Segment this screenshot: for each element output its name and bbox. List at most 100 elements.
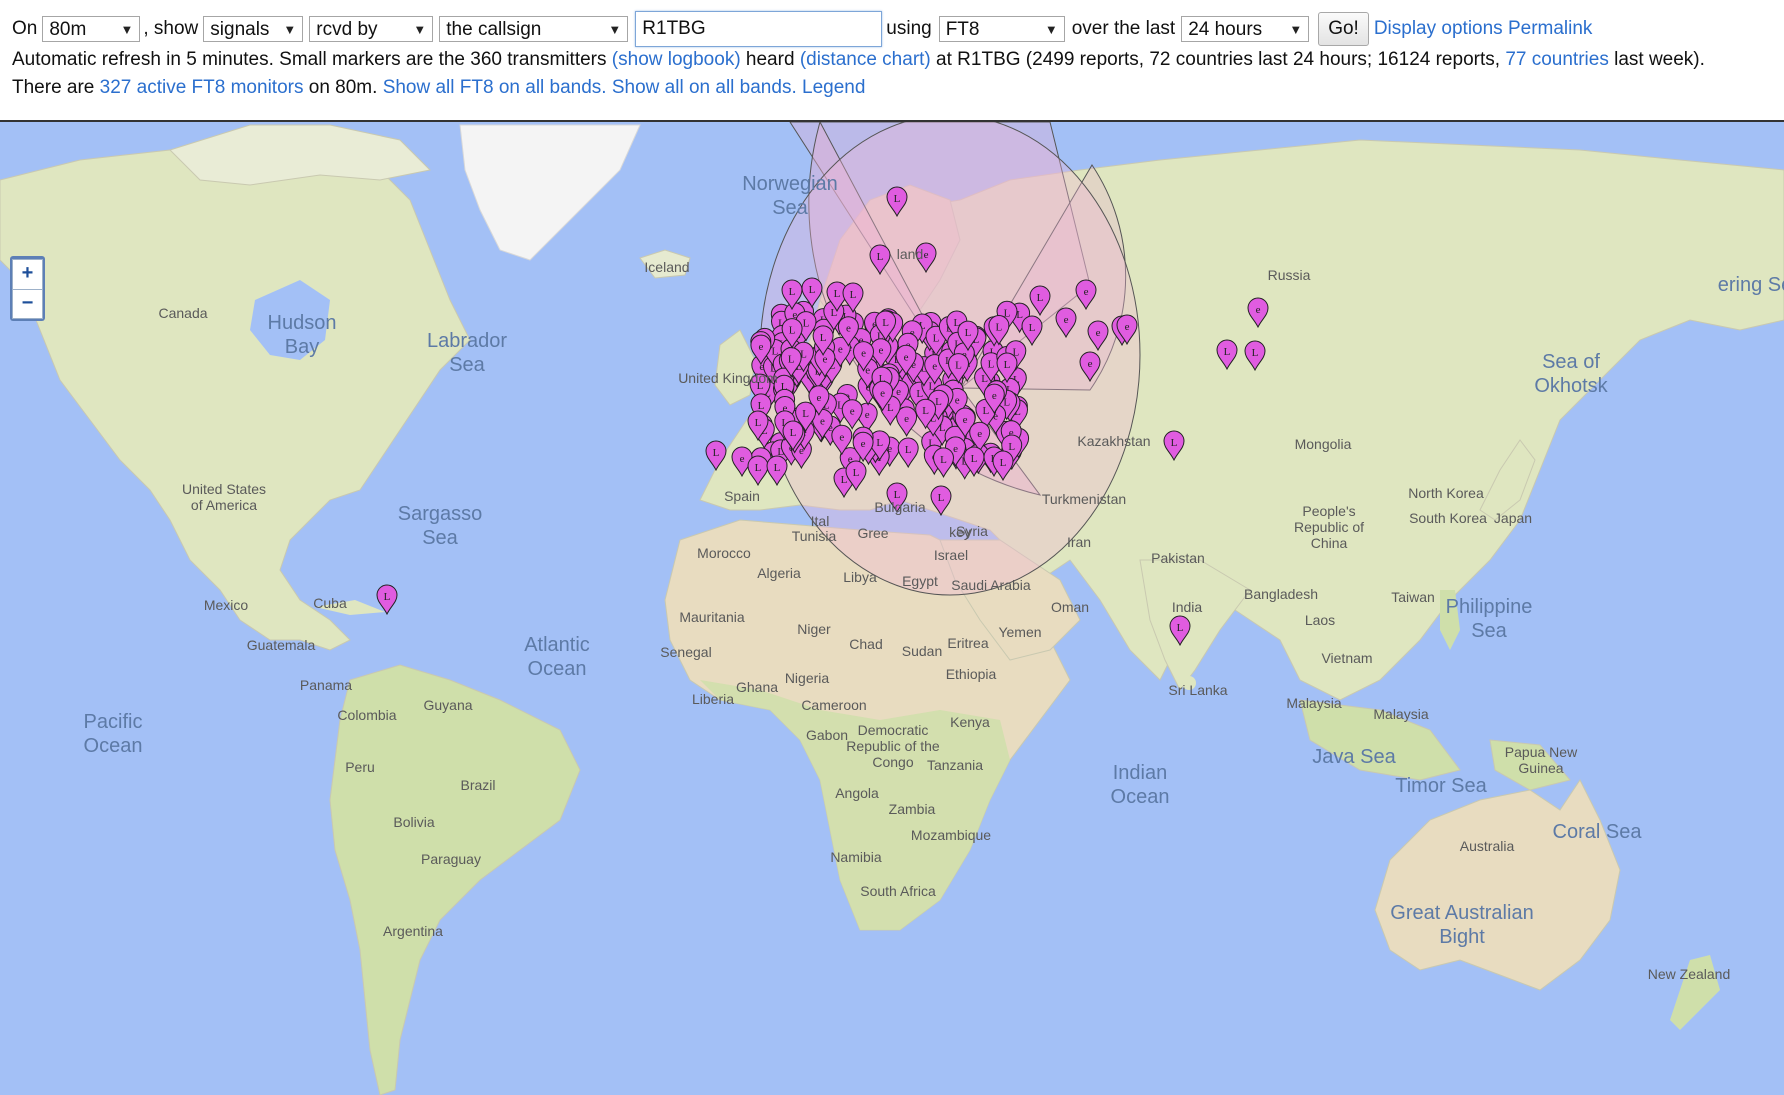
legend-link[interactable]: Legend xyxy=(802,77,865,98)
label-vietnam: Vietnam xyxy=(1321,650,1373,666)
marker-letter: e xyxy=(1088,358,1093,370)
zoom-out-button[interactable]: − xyxy=(12,289,43,319)
label-bering-sea: ering Se xyxy=(1717,274,1784,296)
label-guyana: Guyana xyxy=(423,697,473,713)
marker-letter: L xyxy=(877,251,884,263)
label-ethiopia: Ethiopia xyxy=(945,666,997,682)
marker-letter: e xyxy=(740,453,745,465)
marker-letter: L xyxy=(755,417,762,429)
show-all-ft8-link[interactable]: Show all FT8 on all bands. xyxy=(383,77,607,98)
label-laos: Laos xyxy=(1304,612,1336,628)
marker-letter: L xyxy=(887,402,894,414)
marker-letter: L xyxy=(940,454,947,466)
marker-letter: e xyxy=(758,341,763,353)
label-pakistan: Pakistan xyxy=(1151,550,1205,566)
show-logbook-link[interactable]: (show logbook) xyxy=(612,49,741,70)
go-button[interactable]: Go! xyxy=(1318,12,1369,46)
label-united-states: United States of America xyxy=(181,481,267,513)
label-tanzania: Tanzania xyxy=(926,757,984,773)
label-liberia: Liberia xyxy=(691,691,735,707)
target-type-select[interactable]: the callsign ▼ xyxy=(439,16,629,42)
marker-letter: L xyxy=(755,462,762,474)
label-philippine-sea: Philippine Sea xyxy=(1445,596,1533,642)
marker-letter: L xyxy=(916,388,923,400)
using-label: using xyxy=(886,18,932,39)
display-options-link[interactable]: Display options xyxy=(1374,18,1503,40)
show-all-link[interactable]: Show all on all bands. xyxy=(612,77,797,98)
marker-letter: L xyxy=(1000,457,1007,469)
marker-letter: e xyxy=(1096,327,1101,339)
marker-letter: L xyxy=(758,400,765,412)
marker-letter: L xyxy=(1004,359,1011,371)
label-israel: Israel xyxy=(933,547,969,563)
mode-select[interactable]: FT8 ▼ xyxy=(938,16,1065,42)
marker-letter: L xyxy=(955,360,962,372)
label-china: People's Republic of China xyxy=(1293,503,1365,551)
label-panama: Panama xyxy=(299,677,353,693)
marker-letter: L xyxy=(882,317,889,329)
label-iceland: Iceland xyxy=(644,259,690,275)
label-russia: Russia xyxy=(1267,267,1311,283)
label-angola: Angola xyxy=(835,785,879,801)
band-value: 80m xyxy=(49,19,87,40)
marker-letter: e xyxy=(963,414,968,426)
label-sea-of-okhotsk: Sea of Okhotsk xyxy=(1534,351,1608,397)
label-zambia: Zambia xyxy=(888,801,936,817)
label-bolivia: Bolivia xyxy=(393,814,435,830)
marker-letter: e xyxy=(1256,304,1261,316)
countries-link[interactable]: 77 countries xyxy=(1505,49,1609,70)
distance-chart-link[interactable]: (distance chart) xyxy=(800,49,931,70)
info-text: on 80m. xyxy=(308,77,378,98)
marker-letter: L xyxy=(850,289,857,301)
label-brazil: Brazil xyxy=(460,777,496,793)
info-text: at R1TBG (2499 reports, 72 countries las… xyxy=(936,49,1501,70)
marker-letter: L xyxy=(713,447,720,459)
label-morocco: Morocco xyxy=(697,545,751,561)
label-chad: Chad xyxy=(849,636,883,652)
label-kazakhstan: Kazakhstan xyxy=(1077,433,1151,449)
label-south-africa: South Africa xyxy=(860,883,936,899)
marker-letter: e xyxy=(904,413,909,425)
info-text: heard xyxy=(745,49,795,70)
marker-letter: e xyxy=(953,443,958,455)
show-select[interactable]: signals ▼ xyxy=(203,16,304,42)
label-mozambique: Mozambique xyxy=(910,827,992,843)
marker-letter: L xyxy=(789,286,796,298)
marker-letter: L xyxy=(996,322,1003,334)
label-tunisia: Tunisia xyxy=(791,528,837,544)
label-ghana: Ghana xyxy=(735,679,779,695)
label-labrador-sea: Labrador Sea xyxy=(426,330,508,376)
direction-select[interactable]: rcvd by ▼ xyxy=(309,16,434,42)
target-type-value: the callsign xyxy=(446,19,542,40)
label-cameroon: Cameroon xyxy=(801,697,867,713)
label-senegal: Senegal xyxy=(660,644,712,660)
label-gabon: Gabon xyxy=(805,727,849,743)
label-coral-sea: Coral Sea xyxy=(1552,821,1642,843)
chevron-down-icon: ▼ xyxy=(413,22,427,37)
chevron-down-icon: ▼ xyxy=(1289,22,1303,37)
label-kenya: Kenya xyxy=(950,714,990,730)
callsign-input[interactable]: R1TBG xyxy=(635,11,883,47)
label-mexico: Mexico xyxy=(203,597,249,613)
marker-letter: L xyxy=(935,396,942,408)
zoom-in-button[interactable]: + xyxy=(12,259,43,289)
info-text: Automatic refresh in 5 minutes. Small ma… xyxy=(12,49,607,70)
label-spain: Spain xyxy=(724,488,760,504)
label-malaysia-2: Malaysia xyxy=(1373,706,1429,722)
world-map[interactable]: LeeeLLLeeeLLLLLLeLLeLeLLeeeLeeeeeeLeLLeL… xyxy=(0,122,1784,1095)
show-label: , show xyxy=(143,18,199,39)
marker-letter: e xyxy=(878,345,883,357)
label-argentina: Argentina xyxy=(383,923,443,939)
permalink-link[interactable]: Permalink xyxy=(1508,18,1592,40)
chevron-down-icon: ▼ xyxy=(120,22,134,37)
chevron-down-icon: ▼ xyxy=(608,22,622,37)
marker-letter: e xyxy=(820,415,825,427)
marker-letter: L xyxy=(1171,437,1178,449)
marker-letter: L xyxy=(841,474,848,486)
band-select[interactable]: 80m ▼ xyxy=(42,16,141,42)
marker-letter: L xyxy=(933,332,940,344)
marker-letter: e xyxy=(861,348,866,360)
period-select[interactable]: 24 hours ▼ xyxy=(1181,16,1310,42)
active-monitors-link[interactable]: 327 active FT8 monitors xyxy=(100,77,304,98)
marker-letter: L xyxy=(774,462,781,474)
